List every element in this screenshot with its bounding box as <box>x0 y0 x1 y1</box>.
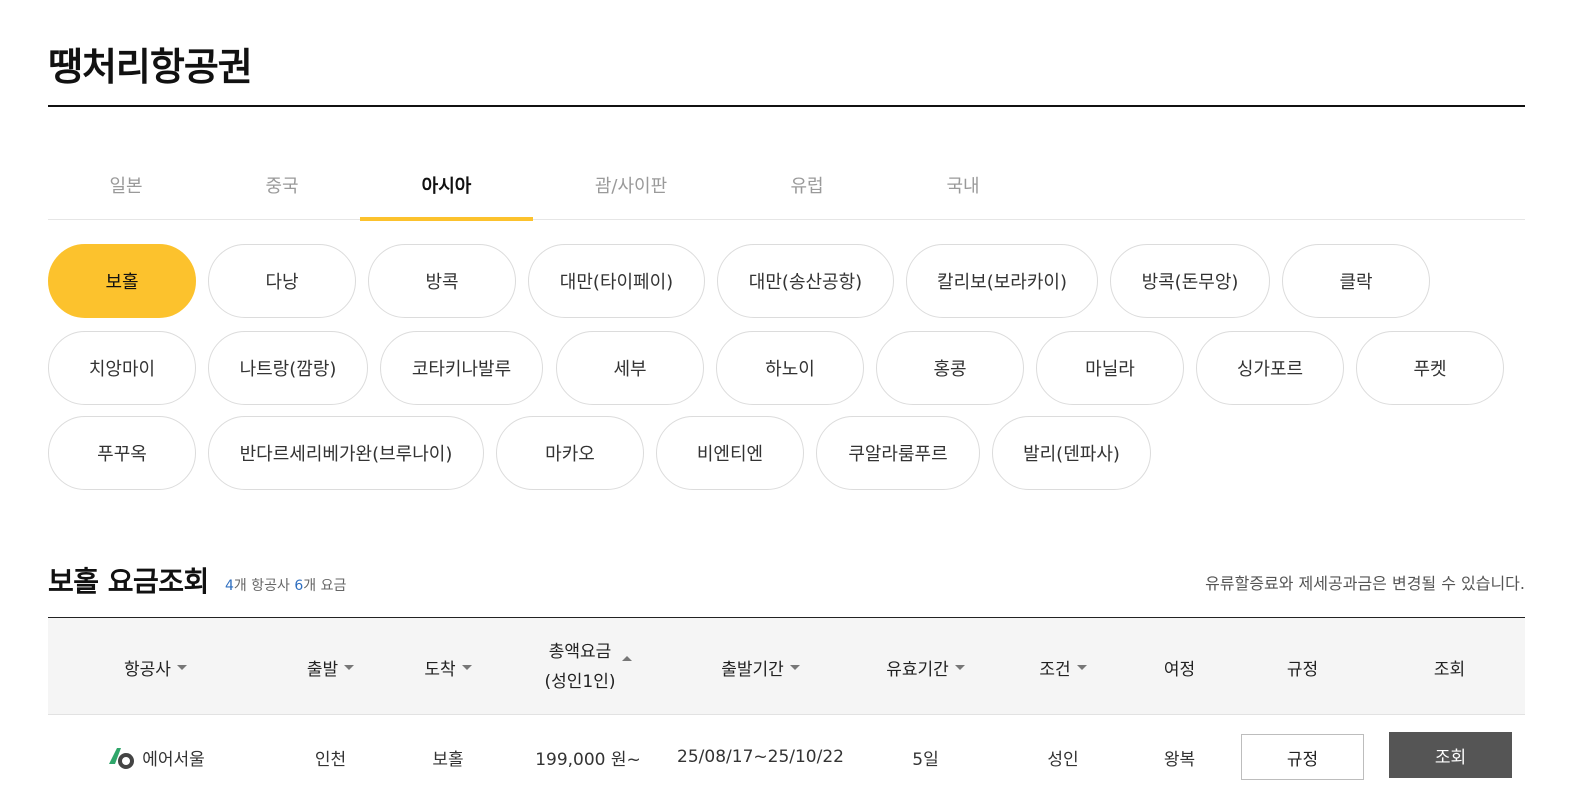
destination-chip[interactable]: 칼리보(보라카이) <box>906 244 1098 318</box>
destination-chip[interactable]: 마카오 <box>496 416 644 490</box>
header-departure-period[interactable]: 출발기간 <box>678 618 843 716</box>
section-title: 보홀 요금조회 <box>48 565 209 598</box>
airline-count-suffix: 개 항공사 <box>233 578 290 594</box>
header-arrival-label: 도착 <box>424 659 456 680</box>
header-trip-label: 여정 <box>1163 659 1196 680</box>
header-total-sublabel: (성인1인) <box>544 672 616 692</box>
destination-chip[interactable]: 다낭 <box>208 244 356 318</box>
header-total-fare[interactable]: 총액요금 (성인1인) <box>498 618 678 716</box>
destination-chip[interactable]: 푸꾸옥 <box>48 416 196 490</box>
tab-japan[interactable]: 일본 <box>48 150 204 220</box>
header-validity[interactable]: 유효기간 <box>843 618 1008 716</box>
air-seoul-logo-icon <box>109 748 135 769</box>
sort-down-icon <box>344 664 355 670</box>
page-title: 땡처리항공권 <box>48 45 253 89</box>
header-departure-label: 출발 <box>306 659 339 680</box>
cell-departure: 인천 <box>314 749 347 770</box>
destination-chip[interactable]: 방콕(돈무앙) <box>1110 244 1270 318</box>
rule-button[interactable]: 규정 <box>1241 734 1364 780</box>
cell-condition: 성인 <box>1047 749 1079 770</box>
destination-chip[interactable]: 발리(덴파사) <box>992 416 1151 490</box>
header-condition-label: 조건 <box>1039 659 1071 680</box>
tab-china[interactable]: 중국 <box>204 150 360 220</box>
destination-chip[interactable]: 마닐라 <box>1036 331 1184 405</box>
header-validity-label: 유효기간 <box>886 659 949 680</box>
header-period-label: 출발기간 <box>721 659 784 680</box>
destination-chip[interactable]: 비엔티엔 <box>656 416 804 490</box>
header-rule: 규정 <box>1241 618 1364 716</box>
airline-count: 4 <box>225 578 234 594</box>
header-departure[interactable]: 출발 <box>263 618 398 716</box>
destination-chip[interactable]: 치앙마이 <box>48 331 196 405</box>
sort-down-icon <box>789 664 800 670</box>
tab-domestic[interactable]: 국내 <box>885 150 1041 220</box>
tab-asia[interactable]: 아시아 <box>360 150 533 221</box>
destination-chip[interactable]: 홍콩 <box>876 331 1024 405</box>
table-row: 에어서울 인천 보홀 199,000 원~ 25/08/17~25/10/22 … <box>48 715 1525 799</box>
header-arrival[interactable]: 도착 <box>398 618 498 716</box>
header-trip: 여정 <box>1118 618 1241 716</box>
fare-table: 항공사 출발 도착 총액요금 (성인1인) 출발기간 유효기간 조건 여정 규정… <box>48 617 1525 799</box>
destination-chip[interactable]: 푸켓 <box>1356 331 1504 405</box>
fare-count: 6 <box>294 578 304 594</box>
header-condition[interactable]: 조건 <box>1008 618 1118 716</box>
cell-arrival: 보홀 <box>432 749 464 770</box>
fare-count-summary: 4개 항공사 6개 요금 <box>225 575 346 595</box>
cell-departure-period: 25/08/17~25/10/22 <box>677 747 844 767</box>
destination-chip[interactable]: 세부 <box>556 331 704 405</box>
destination-chip[interactable]: 나트랑(깜랑) <box>208 331 368 405</box>
destination-chip[interactable]: 대만(송산공항) <box>717 244 894 318</box>
fare-count-suffix: 개 요금 <box>303 578 347 594</box>
cell-trip: 왕복 <box>1163 749 1196 770</box>
sort-down-icon <box>176 664 187 670</box>
destination-chip[interactable]: 싱가포르 <box>1196 331 1344 405</box>
header-airline[interactable]: 항공사 <box>48 618 263 716</box>
destination-chip[interactable]: 쿠알라룸푸르 <box>816 416 980 490</box>
tab-guam-saipan[interactable]: 괌/사이판 <box>533 150 729 220</box>
destination-chip[interactable]: 방콕 <box>368 244 516 318</box>
view-button[interactable]: 조회 <box>1389 732 1512 778</box>
cell-validity: 5일 <box>912 749 939 770</box>
destination-chip[interactable]: 클락 <box>1282 244 1430 318</box>
destination-chip[interactable]: 코타키나발루 <box>380 331 543 405</box>
header-view-label: 조회 <box>1433 659 1466 680</box>
region-tabs: 일본 중국 아시아 괌/사이판 유럽 국내 <box>48 150 1525 221</box>
destination-chip[interactable]: 대만(타이페이) <box>528 244 705 318</box>
destination-chip[interactable]: 하노이 <box>716 331 864 405</box>
header-rule-label: 규정 <box>1286 659 1319 680</box>
cell-airline: 에어서울 <box>48 715 263 799</box>
header-view: 조회 <box>1388 618 1511 716</box>
cell-total-fare: 199,000 원~ <box>535 749 641 770</box>
sort-down-icon <box>1076 664 1087 670</box>
destination-chip-bohol[interactable]: 보홀 <box>48 244 196 318</box>
title-divider <box>48 105 1525 107</box>
tab-europe[interactable]: 유럽 <box>729 150 885 220</box>
table-header: 항공사 출발 도착 총액요금 (성인1인) 출발기간 유효기간 조건 여정 규정… <box>48 617 1525 715</box>
airline-name: 에어서울 <box>142 749 205 770</box>
destination-chip[interactable]: 반다르세리베가완(브루나이) <box>208 416 484 490</box>
header-airline-label: 항공사 <box>124 659 171 680</box>
header-total-label: 총액요금 <box>548 642 612 662</box>
price-change-note: 유류할증료와 제세공과금은 변경될 수 있습니다. <box>1205 574 1525 593</box>
sort-down-icon <box>461 664 472 670</box>
sort-up-icon <box>621 655 632 661</box>
sort-down-icon <box>954 664 965 670</box>
